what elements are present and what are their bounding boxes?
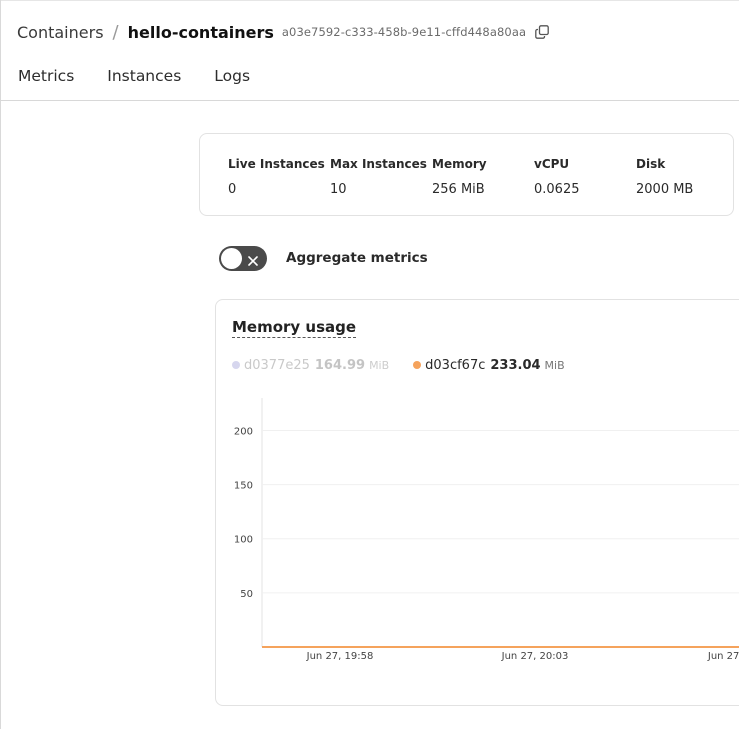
legend-dot	[232, 361, 240, 369]
window-top-border	[0, 0, 739, 1]
stat-max-instances: Max Instances 10	[330, 156, 427, 198]
stat-label: Disk	[636, 157, 666, 171]
tab-logs[interactable]: Logs	[214, 64, 250, 88]
header-divider	[0, 100, 739, 101]
breadcrumb-separator: /	[112, 21, 119, 43]
chart-legend: d0377e25 164.99 MiB d03cf67c 233.04 MiB	[232, 356, 589, 374]
y-tick-label: 200	[234, 426, 253, 437]
x-tick-label: Jun 27, 2	[707, 651, 739, 662]
legend-item-d0377e25[interactable]: d0377e25 164.99 MiB	[232, 358, 389, 373]
page-title: hello-containers	[127, 22, 274, 42]
aggregate-metrics-label: Aggregate metrics	[286, 250, 428, 266]
y-tick-label: 50	[240, 589, 253, 600]
legend-series-name: d0377e25	[244, 357, 310, 373]
stat-memory: Memory 256 MiB	[432, 156, 487, 198]
legend-series-unit: MiB	[369, 358, 390, 372]
container-id: a03e7592-c333-458b-9e11-cffd448a80aa	[281, 25, 527, 39]
stat-label: vCPU	[534, 157, 570, 171]
tab-bar: Metrics Instances Logs	[18, 64, 283, 88]
stat-value: 0.0625	[534, 182, 580, 197]
x-tick-label: Jun 27, 20:03	[501, 651, 569, 662]
stat-vcpu: vCPU 0.0625	[534, 156, 580, 198]
toggle-knob	[221, 248, 242, 269]
tab-metrics[interactable]: Metrics	[18, 64, 74, 88]
legend-series-unit: MiB	[544, 358, 565, 372]
legend-series-value: 164.99	[314, 357, 366, 373]
stat-value: 0	[228, 182, 237, 197]
aggregate-metrics-toggle[interactable]	[219, 246, 267, 271]
legend-item-d03cf67c[interactable]: d03cf67c 233.04 MiB	[413, 357, 565, 373]
stat-value: 10	[330, 182, 347, 197]
legend-series-value: 233.04	[490, 357, 541, 373]
stat-live-instances: Live Instances 0	[228, 156, 325, 198]
close-icon	[247, 252, 259, 271]
chart-title[interactable]: Memory usage	[232, 318, 357, 338]
stat-label: Memory	[432, 157, 487, 171]
legend-series-name: d03cf67c	[425, 357, 486, 373]
stat-value: 2000 MB	[636, 182, 694, 197]
stat-label: Max Instances	[330, 157, 427, 171]
breadcrumb-containers-link[interactable]: Containers	[17, 23, 104, 42]
copy-icon[interactable]	[535, 25, 549, 39]
breadcrumb: Containers / hello-containers a03e7592-c…	[17, 20, 549, 44]
x-tick-label: Jun 27, 19:58	[306, 651, 374, 662]
stat-label: Live Instances	[228, 157, 325, 171]
y-tick-label: 150	[234, 481, 253, 492]
container-stats-card: Live Instances 0 Max Instances 10 Memory…	[199, 133, 734, 216]
y-tick-label: 100	[234, 535, 253, 546]
legend-dot	[413, 361, 422, 369]
tab-instances[interactable]: Instances	[107, 64, 181, 88]
memory-usage-chart[interactable]: 50 100 150 200 Jun 27, 19:58 Jun 27, 20:03 Jun…	[215, 380, 739, 680]
stat-disk: Disk 2000 MB	[636, 156, 693, 198]
stat-value: 256 MiB	[432, 182, 485, 197]
window-left-border	[0, 0, 1, 729]
